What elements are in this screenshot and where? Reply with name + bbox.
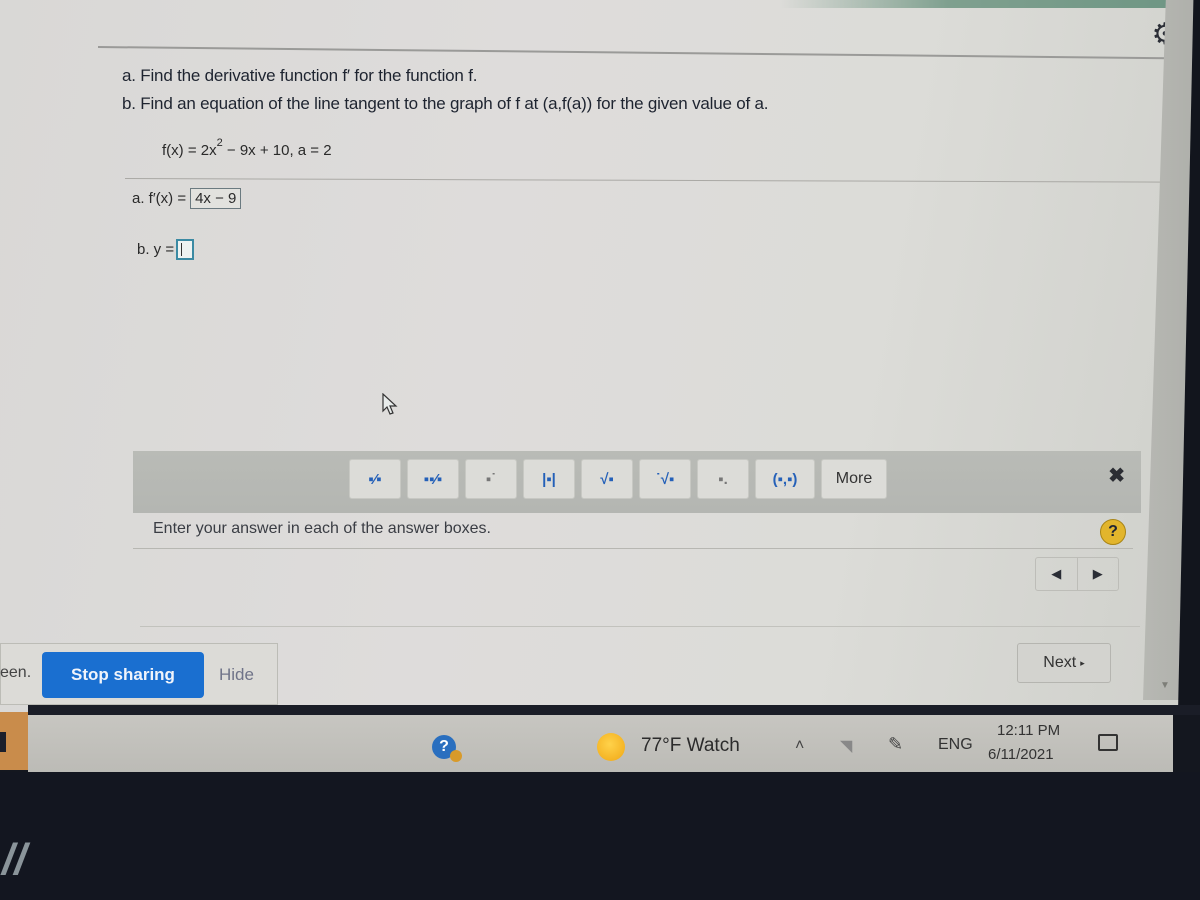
hide-button[interactable]: Hide	[219, 665, 254, 685]
clock-time[interactable]: 12:11 PM	[997, 722, 1060, 739]
more-button[interactable]: More	[821, 459, 887, 499]
laptop-body	[0, 772, 1200, 900]
question-navigation: ◀ ▶	[1035, 557, 1119, 591]
exponent-icon: ▪˙	[485, 470, 497, 488]
next-button[interactable]: Next ▸	[1017, 643, 1111, 683]
fraction-button[interactable]: ▪⁄▪	[349, 459, 401, 499]
show-hidden-icons-chevron-icon[interactable]: ˄	[795, 737, 804, 755]
next-arrow-icon[interactable]: ▶	[1078, 558, 1119, 590]
sharing-message: een.	[0, 664, 32, 681]
get-help-icon[interactable]: ?	[432, 735, 462, 762]
absolute-value-icon: |▪|	[542, 470, 556, 488]
action-center-icon[interactable]	[1098, 734, 1118, 751]
scroll-down-arrow-icon[interactable]: ▼	[1160, 680, 1170, 691]
answer-hint: Enter your answer in each of the answer …	[153, 520, 491, 537]
function-definition: f(x) = 2x2 − 9x + 10, a = 2	[162, 137, 332, 159]
laptop-logo-icon: //	[2, 835, 27, 884]
stop-sharing-button[interactable]: Stop sharing	[42, 652, 204, 698]
subscript-button[interactable]: ▪.	[697, 459, 749, 499]
clock-date[interactable]: 6/11/2021	[988, 746, 1054, 763]
browser-viewport: ⚙ a. Find the derivative function f′ for…	[0, 0, 1200, 712]
divider	[133, 548, 1133, 549]
taskbar-app-tab[interactable]	[0, 712, 28, 770]
language-indicator[interactable]: ENG	[938, 736, 973, 754]
divider	[140, 626, 1140, 627]
answer-b-row: b. y =	[137, 239, 195, 260]
absolute-value-button[interactable]: |▪|	[523, 459, 575, 499]
function-prefix: f(x) = 2x	[162, 142, 217, 159]
mixed-number-icon: ▪▪⁄▪	[423, 470, 443, 488]
answer-a-input[interactable]: 4x − 9	[190, 188, 242, 209]
divider	[97, 46, 1168, 60]
square-root-button[interactable]: √▪	[581, 459, 633, 499]
answer-a-label: a. f′(x) =	[132, 190, 187, 207]
function-exponent: 2	[216, 137, 223, 149]
math-toolbar-buttons: ▪⁄▪ ▪▪⁄▪ ▪˙ |▪| √▪ ˙√▪ ▪. (▪,▪) More	[349, 459, 887, 499]
weather-widget[interactable]: 77°F Watch	[641, 735, 740, 757]
answer-b-input[interactable]	[176, 239, 195, 260]
notification-badge	[450, 750, 462, 762]
fraction-icon: ▪⁄▪	[368, 470, 382, 488]
mixed-number-button[interactable]: ▪▪⁄▪	[407, 459, 459, 499]
subscript-icon: ▪.	[718, 470, 728, 488]
ordered-pair-icon: (▪,▪)	[772, 470, 798, 488]
wifi-icon[interactable]: ◥	[840, 736, 852, 756]
nth-root-button[interactable]: ˙√▪	[639, 459, 691, 499]
app-tab-indicator	[0, 732, 6, 752]
help-icon[interactable]: ?	[1100, 519, 1126, 545]
answer-a-row: a. f′(x) = 4x − 9	[132, 188, 242, 209]
question-part-a: a. Find the derivative function f′ for t…	[122, 66, 478, 85]
sun-weather-icon[interactable]	[597, 733, 625, 761]
exponent-button[interactable]: ▪˙	[465, 459, 517, 499]
square-root-icon: √▪	[600, 470, 614, 488]
next-button-label: Next	[1043, 654, 1077, 671]
pen-workspace-icon[interactable]: ✎	[888, 734, 903, 755]
top-accent-bar	[780, 0, 1200, 8]
function-suffix: − 9x + 10, a = 2	[222, 142, 332, 159]
question-part-b: b. Find an equation of the line tangent …	[122, 94, 769, 113]
text-caret	[181, 243, 183, 256]
ordered-pair-button[interactable]: (▪,▪)	[755, 459, 815, 499]
previous-arrow-icon[interactable]: ◀	[1036, 558, 1078, 590]
next-triangle-icon: ▸	[1080, 657, 1085, 668]
nth-root-icon: ˙√▪	[655, 470, 675, 488]
taskbar-gap	[28, 705, 1200, 715]
math-toolbar: ▪⁄▪ ▪▪⁄▪ ▪˙ |▪| √▪ ˙√▪ ▪. (▪,▪) More ✖	[133, 451, 1141, 513]
get-help-glyph: ?	[439, 738, 449, 755]
mouse-cursor-icon	[382, 393, 398, 415]
divider	[124, 178, 1165, 183]
close-icon[interactable]: ✖	[1108, 463, 1125, 488]
answer-b-label: b. y =	[137, 241, 175, 258]
